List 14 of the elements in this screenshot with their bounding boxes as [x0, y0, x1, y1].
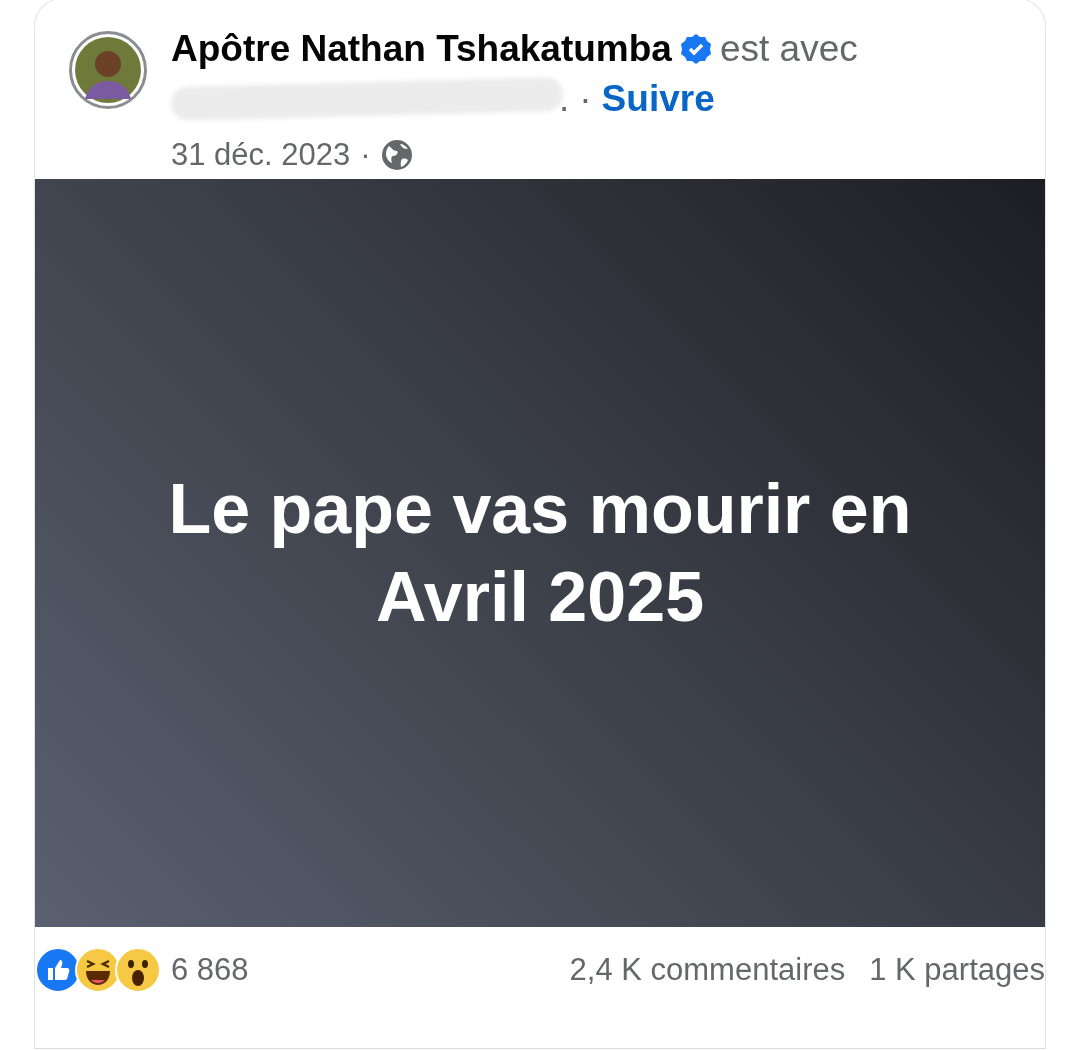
avatar-icon[interactable] [75, 37, 141, 103]
with-text: est avec [719, 28, 858, 70]
reaction-count[interactable]: 6 868 [171, 952, 249, 988]
shares-count[interactable]: 1 K partages [869, 952, 1045, 988]
tagged-tail: . [559, 78, 570, 120]
author-name[interactable]: Apôtre Nathan Tshakatumba [171, 28, 672, 70]
surprised-emoji-icon [115, 947, 161, 993]
separator: · [579, 78, 592, 120]
post-text: Le pape vas mourir en Avril 2025 [167, 469, 913, 638]
globe-icon [380, 139, 413, 171]
comments-count[interactable]: 2,4 K commentaires [569, 952, 846, 988]
post-date[interactable]: 31 déc. 2023 [171, 137, 351, 173]
separator: · [360, 137, 371, 173]
follow-link[interactable]: Suivre [601, 78, 715, 120]
